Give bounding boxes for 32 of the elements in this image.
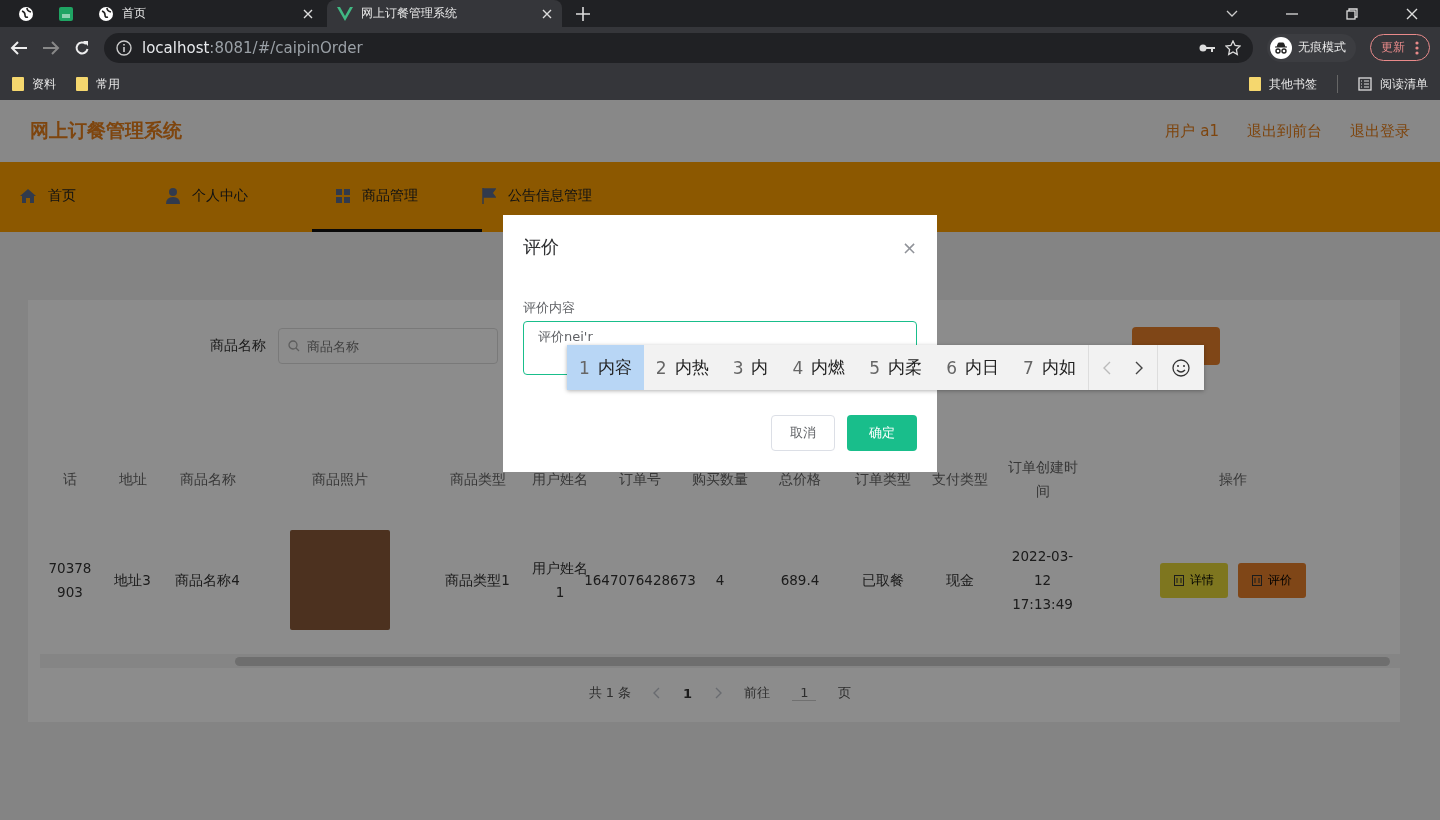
dialog-title: 评价 xyxy=(523,235,559,259)
column-header: 地址 xyxy=(118,470,147,489)
column-header: 用户姓名 xyxy=(532,470,588,489)
table-cell-text: 689.4 xyxy=(780,571,820,590)
total-count: 共 1 条 xyxy=(588,684,632,702)
table-cell-text: 地址3 xyxy=(114,571,151,590)
table-cell-text: 现金 xyxy=(946,571,974,590)
goto-label: 前往 xyxy=(744,684,771,702)
table-cell-text: 商品名称4 xyxy=(175,571,240,590)
table-cell-text: 已取餐 xyxy=(861,571,904,590)
column-header: 购买数量 xyxy=(692,470,748,489)
table-cell-text: 商品类型1 xyxy=(445,571,510,590)
field-label: 评价内容 xyxy=(523,299,576,317)
column-header: 支付类型 xyxy=(932,470,988,489)
column-header: 订单创建时间 xyxy=(1006,458,1079,501)
column-header: 订单类型 xyxy=(854,470,911,489)
site-title: 网上订餐管理系统 xyxy=(30,118,182,143)
tab-title: 首页 xyxy=(122,5,147,22)
column-header: 商品类型 xyxy=(449,470,506,489)
table-cell-text: 4 xyxy=(715,571,725,590)
table-cell-text: 70378 903 xyxy=(47,559,93,602)
column-header: 话 xyxy=(63,470,77,489)
tab-title: 网上订餐管理系统 xyxy=(361,5,458,22)
column-header: 操作 xyxy=(1218,470,1247,489)
column-header: 商品名称 xyxy=(179,470,236,489)
column-header: 总价格 xyxy=(779,470,821,489)
column-header: 订单号 xyxy=(619,470,661,489)
field-label: 商品名称 xyxy=(210,337,266,355)
column-header: 商品照片 xyxy=(312,470,368,489)
page-unit: 页 xyxy=(838,684,852,702)
url-text: localhost:8081/#/caipinOrder xyxy=(142,38,363,57)
table-cell-text: 2022-03-12 17:13:49 xyxy=(1010,547,1075,614)
